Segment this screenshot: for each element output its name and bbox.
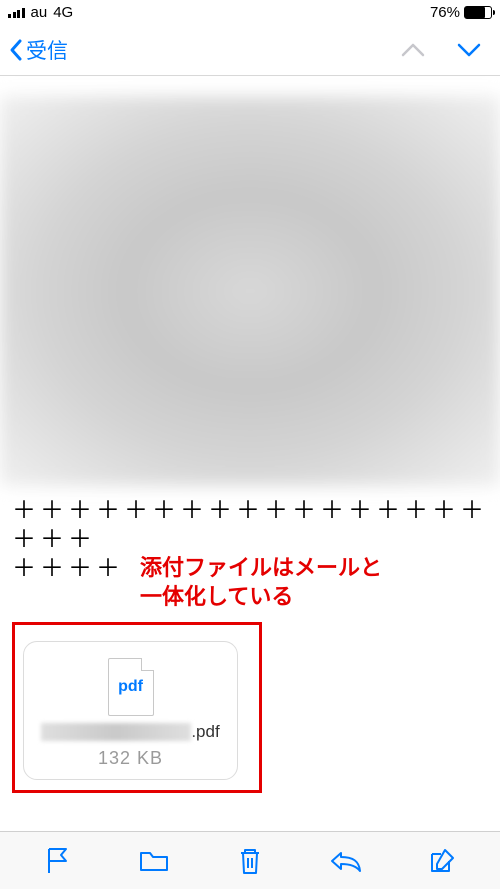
status-bar: au 4G 76% — [0, 0, 500, 24]
move-button[interactable] — [132, 839, 176, 883]
separator-line-1: ＋＋＋＋＋＋＋＋＋＋＋＋＋＋＋＋＋＋＋＋ — [0, 496, 500, 554]
compose-icon — [427, 846, 457, 876]
annotation-line-2: 一体化している — [140, 583, 500, 612]
battery-icon — [464, 6, 492, 19]
back-label: 受信 — [26, 35, 68, 65]
annotation-line-1: 添付ファイルはメールと — [140, 554, 500, 583]
file-size: 132 KB — [98, 748, 163, 769]
bottom-toolbar — [0, 831, 500, 889]
chevron-left-icon — [8, 38, 24, 62]
trash-icon — [237, 846, 263, 876]
redacted-filename — [41, 723, 191, 741]
next-message-icon[interactable] — [456, 41, 482, 59]
reply-icon — [329, 849, 363, 873]
flag-icon — [44, 846, 72, 876]
signal-icon — [8, 6, 25, 18]
network-label: 4G — [53, 4, 73, 21]
redacted-message-body — [0, 96, 500, 486]
delete-button[interactable] — [228, 839, 272, 883]
folder-icon — [138, 848, 170, 874]
carrier-label: au — [31, 4, 48, 21]
battery-pct: 76% — [430, 4, 460, 21]
file-type-label: pdf — [118, 678, 143, 696]
compose-button[interactable] — [420, 839, 464, 883]
prev-message-icon[interactable] — [400, 41, 426, 59]
annotation-highlight-box: pdf .pdf 132 KB — [12, 622, 262, 793]
pdf-file-icon: pdf — [108, 658, 154, 716]
file-extension: .pdf — [191, 722, 219, 742]
flag-button[interactable] — [36, 839, 80, 883]
attachment-card[interactable]: pdf .pdf 132 KB — [23, 641, 238, 780]
nav-bar: 受信 — [0, 24, 500, 76]
mail-content: ＋＋＋＋＋＋＋＋＋＋＋＋＋＋＋＋＋＋＋＋ ＋＋＋＋ 添付ファイルはメールと 一体… — [0, 76, 500, 831]
reply-button[interactable] — [324, 839, 368, 883]
back-button[interactable]: 受信 — [8, 35, 68, 65]
